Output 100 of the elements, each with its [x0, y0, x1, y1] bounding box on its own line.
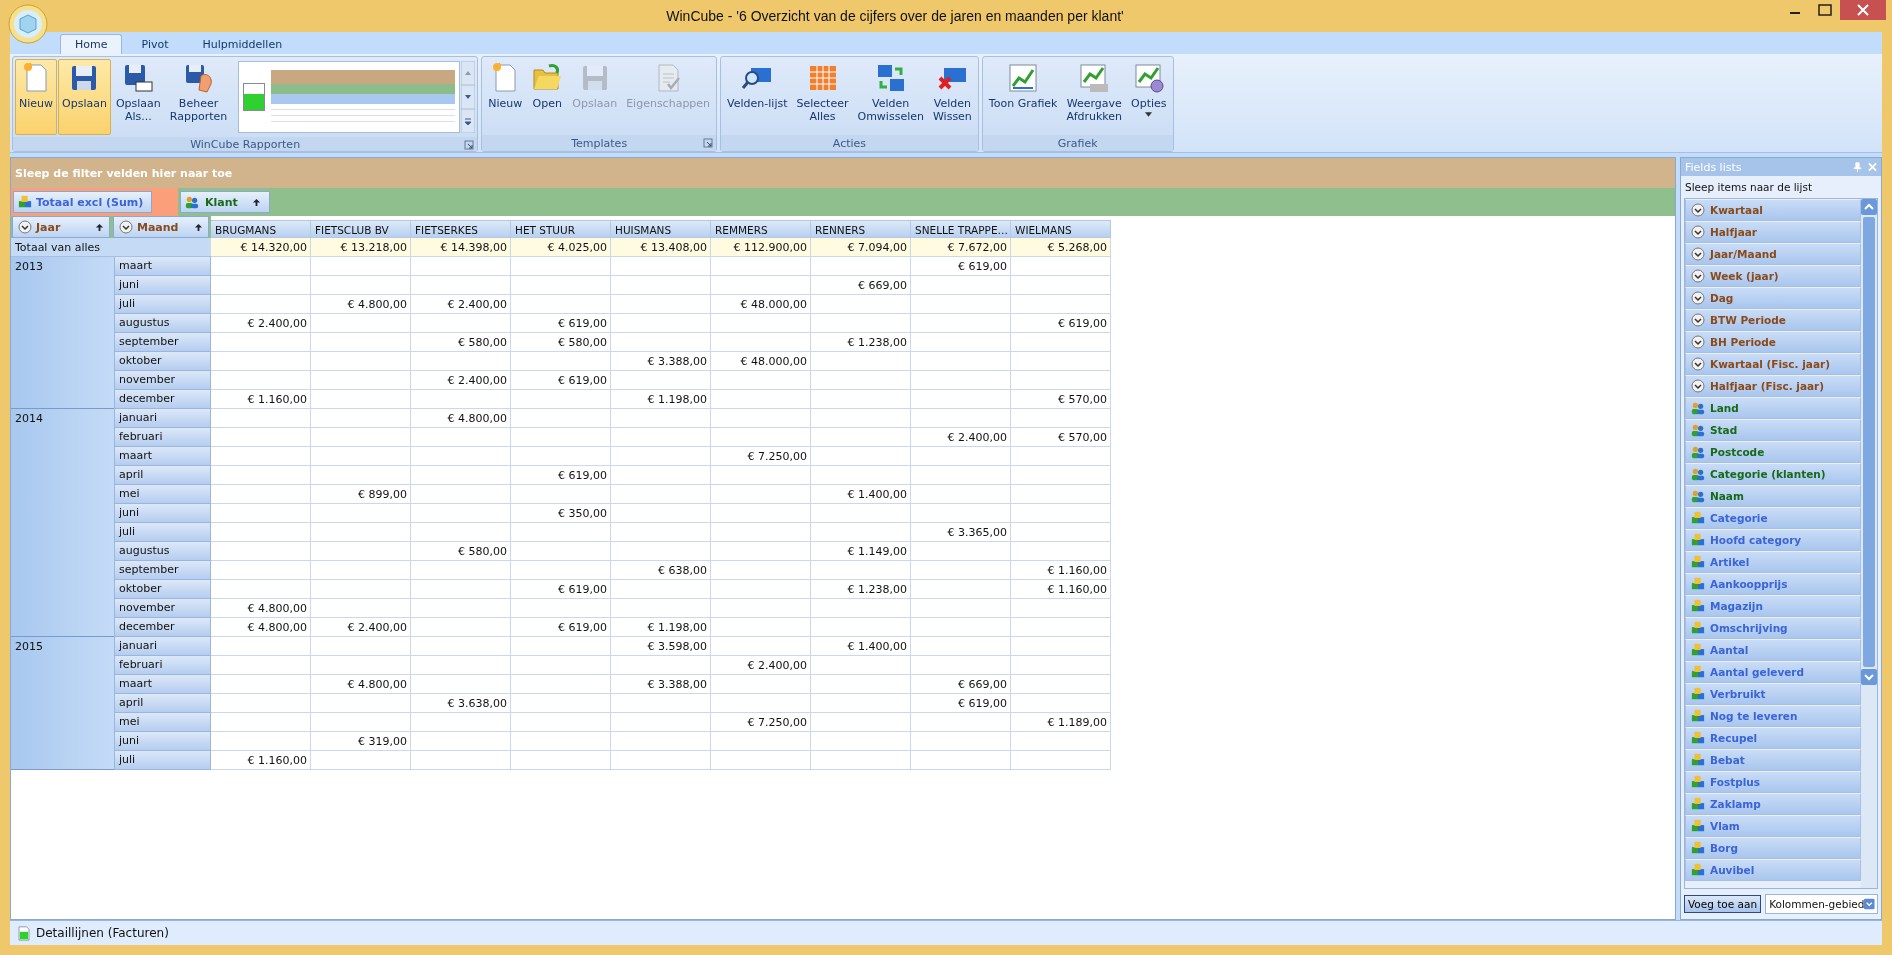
ribbon-button[interactable]: Nieuw [484, 59, 527, 133]
ribbon-button[interactable]: Opties [1127, 59, 1171, 133]
field-list-item[interactable]: Halfjaar [1685, 221, 1861, 243]
field-list-item[interactable]: Verbruikt [1685, 683, 1861, 705]
column-header[interactable]: HUISMANS [611, 220, 711, 238]
pin-icon[interactable] [1853, 162, 1862, 172]
total-cell: € 112.900,00 [711, 238, 811, 257]
scroll-down-icon[interactable] [1861, 669, 1877, 685]
field-list-item[interactable]: Kwartaal (Fisc. jaar) [1685, 353, 1861, 375]
row-header: januari [114, 637, 211, 656]
scrollbar[interactable] [1861, 199, 1877, 888]
field-list-item[interactable]: Vlam [1685, 815, 1861, 837]
field-list-item[interactable]: Recupel [1685, 727, 1861, 749]
ribbon-button[interactable]: Beheer Rapporten [165, 59, 232, 135]
total-cell: € 14.398,00 [411, 238, 511, 257]
ribbon-button[interactable]: Weergave Afdrukken [1062, 59, 1127, 133]
row-field-button[interactable]: Maand [113, 216, 209, 238]
cubes-icon [1691, 775, 1705, 789]
table-cell: € 2.400,00 [311, 618, 411, 637]
people-icon [1691, 489, 1705, 503]
add-to-button[interactable]: Voeg toe aan [1684, 895, 1762, 913]
ribbon-tab[interactable]: Home [60, 34, 123, 54]
column-header[interactable]: SNELLE TRAPPE… [911, 220, 1011, 238]
area-dropdown[interactable]: Kolommen-gebied [1765, 894, 1878, 914]
field-list-item[interactable]: BTW Periode [1685, 309, 1861, 331]
scroll-down-icon[interactable] [461, 85, 476, 109]
ribbon-button[interactable]: Opslaan Als... [111, 59, 165, 135]
field-list-item[interactable]: Jaar/Maand [1685, 243, 1861, 265]
column-header[interactable]: REMMERS [711, 220, 811, 238]
dialog-launcher-icon[interactable] [464, 140, 475, 150]
column-header[interactable]: FIETSCLUB BV [311, 220, 411, 238]
chevron-circle-icon [1691, 313, 1705, 327]
field-list-item[interactable]: Nog te leveren [1685, 705, 1861, 727]
field-list-item[interactable]: Auvibel [1685, 859, 1861, 881]
table-cell: € 619,00 [511, 618, 611, 637]
ribbon-button[interactable]: Velden-lijst [723, 59, 792, 133]
table-cell: € 4.800,00 [311, 675, 411, 694]
chevron-circle-icon [1691, 357, 1705, 371]
cubes-icon [1691, 533, 1705, 547]
column-header[interactable]: HET STUUR [511, 220, 611, 238]
table-cell: € 619,00 [511, 466, 611, 485]
sort-up-icon [194, 222, 203, 232]
chevron-circle-icon [1691, 247, 1705, 261]
field-list-item[interactable]: Stad [1685, 419, 1861, 441]
ribbon-button[interactable]: Open [527, 59, 568, 133]
field-list-item[interactable]: Land [1685, 397, 1861, 419]
ribbon-button[interactable]: Velden Omwisselen [853, 59, 928, 133]
ribbon-tab[interactable]: Hulpmiddellen [187, 34, 298, 54]
table-cell: € 3.638,00 [411, 694, 511, 713]
field-list-item[interactable]: Dag [1685, 287, 1861, 309]
ribbon-button[interactable]: Selecteer Alles [792, 59, 853, 133]
field-list-item[interactable]: Hoofd category [1685, 529, 1861, 551]
table-cell: € 350,00 [511, 504, 611, 523]
cubes-icon [1691, 577, 1705, 591]
column-header[interactable]: WIELMANS [1011, 220, 1111, 238]
field-list-item[interactable]: Aankoopprijs [1685, 573, 1861, 595]
table-cell: € 3.365,00 [911, 523, 1011, 542]
total-cell: € 13.218,00 [311, 238, 411, 257]
field-list-item[interactable]: Magazijn [1685, 595, 1861, 617]
field-list-item[interactable]: BH Periode [1685, 331, 1861, 353]
data-field-button[interactable]: Totaal excl (Sum) [13, 191, 153, 213]
row-header: januari [114, 409, 211, 428]
field-list-item[interactable]: Categorie (klanten) [1685, 463, 1861, 485]
dialog-launcher-icon[interactable] [703, 138, 714, 148]
field-list-item[interactable]: Artikel [1685, 551, 1861, 573]
column-header[interactable]: RENNERS [811, 220, 911, 238]
field-list-item[interactable]: Postcode [1685, 441, 1861, 463]
table-cell: € 669,00 [811, 276, 911, 295]
ribbon-button[interactable]: Opslaan [58, 59, 111, 135]
row-header: 2014 [11, 409, 114, 637]
scroll-up-icon[interactable] [461, 61, 476, 85]
field-list-item[interactable]: Naam [1685, 485, 1861, 507]
field-list-item[interactable]: Halfjaar (Fisc. jaar) [1685, 375, 1861, 397]
ribbon-tab[interactable]: Pivot [126, 34, 184, 54]
chart-icon [1007, 62, 1040, 94]
field-list-item[interactable]: Aantal [1685, 639, 1861, 661]
cubes-icon [1691, 863, 1705, 877]
field-list-item[interactable]: Zaklamp [1685, 793, 1861, 815]
group-label: Templates [571, 136, 628, 150]
ribbon-button[interactable]: Velden Wissen [928, 59, 976, 133]
column-field-button[interactable]: Klant [180, 191, 270, 213]
table-cell: € 48.000,00 [711, 352, 811, 371]
table-cell: € 2.400,00 [211, 314, 311, 333]
field-list-item[interactable]: Borg [1685, 837, 1861, 859]
more-icon[interactable] [461, 109, 476, 133]
scroll-up-icon[interactable] [1861, 199, 1877, 215]
field-list-item[interactable]: Kwartaal [1685, 199, 1861, 221]
field-list-item[interactable]: Fostplus [1685, 771, 1861, 793]
field-list-item[interactable]: Categorie [1685, 507, 1861, 529]
column-header[interactable]: FIETSERKES [411, 220, 511, 238]
close-icon[interactable] [1840, 0, 1886, 20]
ribbon-button[interactable]: Nieuw [15, 59, 58, 135]
ribbon-button[interactable]: Toon Grafiek [984, 59, 1062, 133]
table-cell: € 1.238,00 [811, 580, 911, 599]
row-field-button[interactable]: Jaar [12, 216, 110, 238]
column-header[interactable]: BRUGMANS [211, 220, 311, 238]
field-list-item[interactable]: Aantal geleverd [1685, 661, 1861, 683]
field-list-item[interactable]: Omschrijving [1685, 617, 1861, 639]
field-list-item[interactable]: Week (jaar) [1685, 265, 1861, 287]
field-list-item[interactable]: Bebat [1685, 749, 1861, 771]
